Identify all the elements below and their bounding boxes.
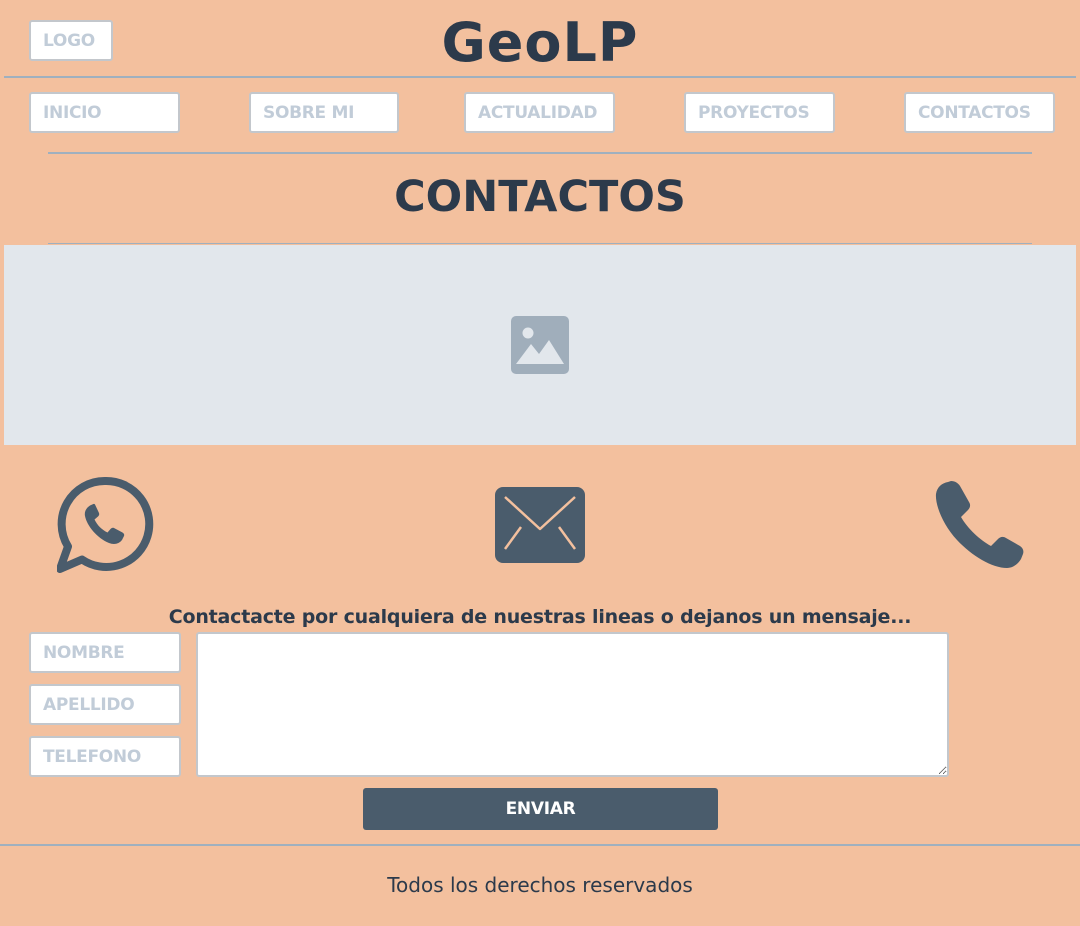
nav-sobre-mi[interactable]: SOBRE MI — [249, 92, 399, 133]
page: LOGO GeoLP INICIO SOBRE MI ACTUALIDAD PR… — [0, 0, 1080, 926]
nav-actualidad-label: ACTUALIDAD — [478, 102, 598, 123]
nav-actualidad[interactable]: ACTUALIDAD — [464, 92, 615, 133]
nav-contactos[interactable]: CONTACTOS — [904, 92, 1055, 133]
mail-icon[interactable] — [495, 487, 585, 563]
footer-divider — [0, 844, 1080, 846]
message-textarea[interactable] — [196, 632, 949, 777]
nav-inicio-label: INICIO — [43, 102, 102, 123]
nav-inicio[interactable]: INICIO — [29, 92, 180, 133]
site-title: GeoLP — [441, 11, 639, 74]
hero-image-placeholder — [4, 245, 1076, 445]
header-divider — [4, 76, 1076, 78]
nav-divider — [48, 152, 1032, 154]
section-divider — [48, 243, 1032, 244]
image-icon — [511, 316, 569, 374]
nav-proyectos-label: PROYECTOS — [698, 102, 810, 123]
section-title: CONTACTOS — [394, 172, 686, 222]
nav-contactos-label: CONTACTOS — [918, 102, 1031, 123]
phone-icon[interactable] — [934, 480, 1026, 570]
telefono-input[interactable] — [29, 736, 181, 777]
nav-sobre-mi-label: SOBRE MI — [263, 102, 355, 123]
footer-copyright: Todos los derechos reservados — [387, 873, 693, 897]
nav-proyectos[interactable]: PROYECTOS — [684, 92, 835, 133]
nombre-input[interactable] — [29, 632, 181, 673]
contact-tagline: Contactacte por cualquiera de nuestras l… — [168, 606, 912, 628]
whatsapp-icon[interactable] — [57, 476, 154, 574]
send-button[interactable]: ENVIAR — [363, 788, 718, 830]
apellido-input[interactable] — [29, 684, 181, 725]
